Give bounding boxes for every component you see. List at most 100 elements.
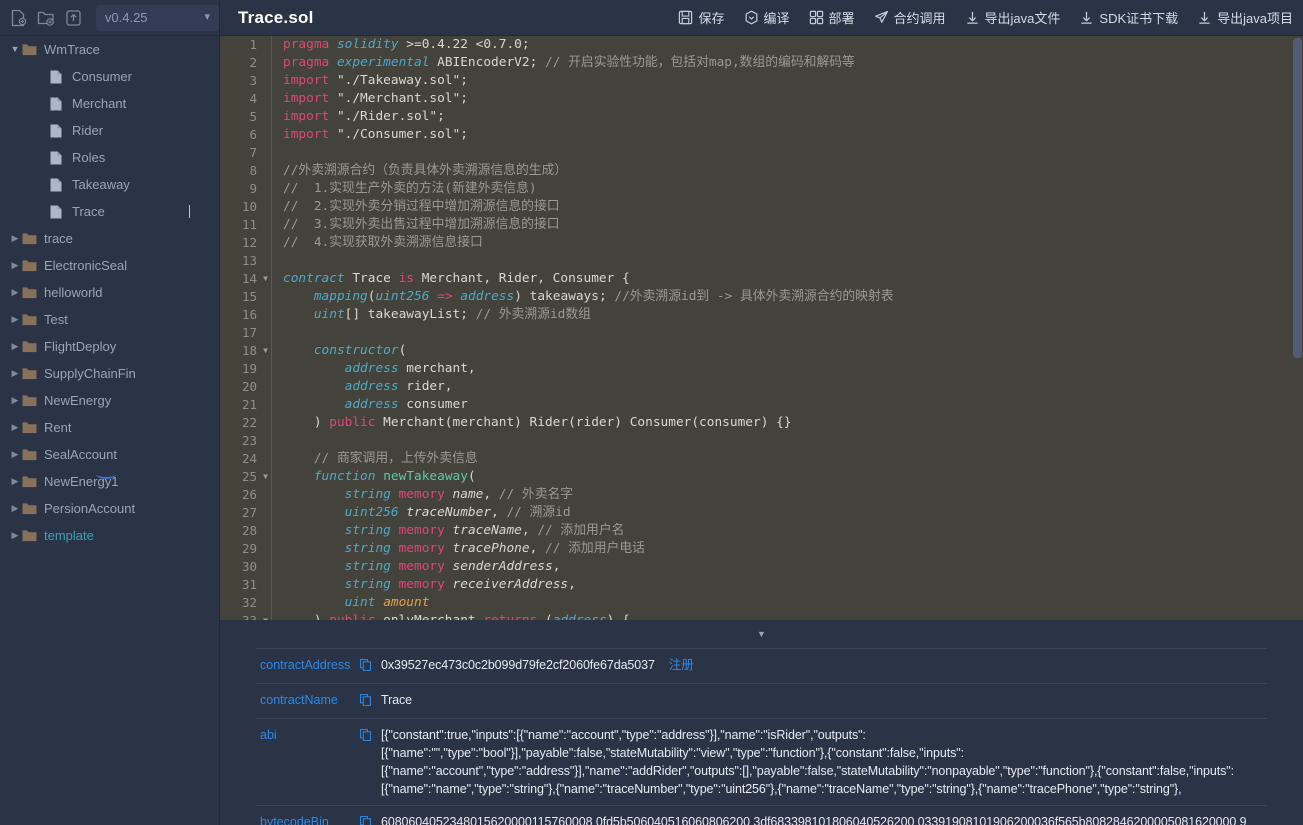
line-number: 5 — [249, 109, 257, 124]
tree-item-roles[interactable]: Roles — [0, 144, 219, 171]
info-value-text: Trace — [381, 693, 412, 707]
tree-item-rider[interactable]: Rider — [0, 117, 219, 144]
contract-call-icon — [874, 10, 889, 25]
register-link[interactable]: 注册 — [669, 658, 694, 672]
line-number: 27 — [241, 505, 257, 520]
info-row-abi: abi [{"constant":true,"inputs":[{"name":"… — [256, 719, 1267, 806]
chevron-right-icon[interactable]: ▶ — [8, 477, 22, 486]
code-line: // 2.实现外卖分销过程中增加溯源信息的接口 — [283, 199, 560, 214]
code-editor[interactable]: 1 2 3 4 5 6 7 8 9 10 11 12 13 14 ▼ 15 16 17 18 ▼ 19 20 21 22 23 2… — [220, 36, 1303, 620]
folder-icon — [22, 394, 42, 407]
save-button[interactable]: 保存 — [678, 8, 725, 27]
toolbar-actions: 保存 编译 部署 合约调用 导出java文件 SDK证书下载 导出java项目 — [659, 0, 1303, 36]
line-number: 19 — [241, 361, 257, 376]
tree-item-label: ElectronicSeal — [44, 258, 128, 273]
chevron-right-icon[interactable]: ▶ — [8, 234, 22, 243]
chevron-right-icon[interactable]: ▶ — [8, 288, 22, 297]
code-line: address consumer — [344, 397, 468, 412]
chevron-right-icon[interactable]: ▶ — [8, 423, 22, 432]
compile-label: 编译 — [763, 11, 790, 26]
chevron-right-icon[interactable]: ▶ — [8, 342, 22, 351]
tree-item-trace[interactable]: ▶ trace — [0, 225, 219, 252]
export-java-project-button[interactable]: 导出java项目 — [1197, 8, 1293, 27]
fold-toggle-icon[interactable]: ▼ — [263, 468, 268, 486]
new-folder-icon[interactable] — [33, 5, 58, 31]
solidity-version-select[interactable]: v0.4.25 ▾ — [95, 4, 219, 31]
tree-item-rent[interactable]: ▶ Rent — [0, 414, 219, 441]
contract-call-button[interactable]: 合约调用 — [874, 8, 946, 27]
copy-icon[interactable] — [360, 726, 378, 746]
chevron-right-icon[interactable]: ▶ — [8, 504, 22, 513]
tree-item-newenergy[interactable]: ▶ NewEnergy — [0, 387, 219, 414]
code-line: // 4.实现获取外卖溯源信息接口 — [283, 235, 483, 250]
chevron-right-icon[interactable]: ▶ — [8, 396, 22, 405]
info-key: contractName — [260, 693, 338, 707]
file-icon — [50, 178, 70, 192]
code-line: contract Trace is Merchant, Rider, Consu… — [283, 271, 630, 286]
tree-item-flightdeploy[interactable]: ▶ FlightDeploy — [0, 333, 219, 360]
info-row-contractAddress: contractAddress 0x39527ec473c0c2b099d79fe… — [256, 649, 1267, 684]
compile-icon — [744, 10, 759, 25]
sdk-cert-download-button[interactable]: SDK证书下载 — [1079, 8, 1178, 27]
fold-toggle-icon[interactable]: ▼ — [263, 612, 268, 620]
tree-item-sealaccount[interactable]: ▶ SealAccount — [0, 441, 219, 468]
panel-collapse-toggle[interactable]: ▼ — [220, 620, 1303, 648]
abi-line: [{"name":"","type":"bool"}],"payable":fa… — [381, 746, 964, 760]
line-number: 18 ▼ — [241, 342, 268, 360]
tree-item-label: PersionAccount — [44, 501, 136, 516]
code-line: string memory traceName, // 添加用户名 — [344, 523, 625, 538]
chevron-right-icon[interactable]: ▶ — [8, 531, 22, 540]
tree-item-electronicseal[interactable]: ▶ ElectronicSeal — [0, 252, 219, 279]
code-line: string memory name, // 外卖名字 — [344, 487, 574, 502]
tree-item-label: NewEnergy — [44, 393, 112, 408]
chevron-right-icon[interactable]: ▶ — [8, 450, 22, 459]
folder-icon — [22, 313, 42, 326]
tree-item-merchant[interactable]: Merchant — [0, 90, 219, 117]
file-tree-sidebar[interactable]: ▼ WmTrace Consumer Merchant Rider Roles Takeaw… — [0, 36, 220, 825]
editor-scrollbar[interactable] — [1292, 36, 1303, 620]
tree-item-test[interactable]: ▶ Test — [0, 306, 219, 333]
code-line: // 3.实现外卖出售过程中增加溯源信息的接口 — [283, 217, 560, 232]
tree-item-template[interactable]: ▶ template — [0, 522, 219, 549]
chevron-right-icon[interactable]: ▶ — [8, 261, 22, 270]
editor-code-content[interactable]: pragma solidity >=0.4.22 <0.7.0; pragma e… — [273, 36, 1303, 620]
info-row-bytecodeBin: bytecodeBin 60806040523480156200001157600… — [256, 806, 1267, 825]
copy-icon[interactable] — [360, 656, 378, 676]
tree-item-wmtrace[interactable]: ▼ WmTrace — [0, 36, 219, 63]
file-icon — [50, 205, 70, 219]
tree-item-label: Rent — [44, 420, 72, 435]
chevron-down-icon[interactable]: ▼ — [8, 45, 22, 54]
line-number: 16 — [241, 307, 257, 322]
line-number: 2 — [249, 55, 257, 70]
chevron-right-icon[interactable]: ▶ — [8, 369, 22, 378]
file-icon — [50, 151, 70, 165]
folder-icon — [22, 43, 42, 56]
compile-button[interactable]: 编译 — [744, 8, 790, 27]
line-number: 32 — [241, 595, 257, 610]
copy-icon[interactable] — [360, 813, 378, 825]
chevron-right-icon[interactable]: ▶ — [8, 315, 22, 324]
copy-icon[interactable] — [360, 691, 378, 711]
tree-item-label: Consumer — [72, 69, 132, 84]
tree-item-persionaccount[interactable]: ▶ PersionAccount — [0, 495, 219, 522]
fold-toggle-icon[interactable]: ▼ — [263, 270, 268, 288]
info-key: contractAddress — [260, 658, 351, 672]
cursor-artifact — [96, 469, 116, 479]
new-file-icon[interactable] — [6, 5, 31, 31]
tree-item-trace[interactable]: Trace — [0, 198, 219, 225]
export-java-file-button[interactable]: 导出java文件 — [965, 8, 1060, 27]
abi-line: [{"name":"name","type":"string"},{"name"… — [381, 782, 1182, 796]
line-number: 10 — [241, 199, 257, 214]
tree-item-consumer[interactable]: Consumer — [0, 63, 219, 90]
tree-item-supplychainfin[interactable]: ▶ SupplyChainFin — [0, 360, 219, 387]
file-icon — [50, 97, 70, 111]
tree-item-takeaway[interactable]: Takeaway — [0, 171, 219, 198]
tree-item-helloworld[interactable]: ▶ helloworld — [0, 279, 219, 306]
editor-scrollbar-thumb[interactable] — [1293, 38, 1302, 358]
code-line: ) public onlyMerchant returns (address) … — [283, 612, 1303, 620]
download-icon — [1197, 10, 1212, 25]
contract-call-label: 合约调用 — [893, 11, 946, 26]
deploy-button[interactable]: 部署 — [809, 8, 855, 27]
fold-toggle-icon[interactable]: ▼ — [263, 342, 268, 360]
upload-icon[interactable] — [61, 5, 86, 31]
